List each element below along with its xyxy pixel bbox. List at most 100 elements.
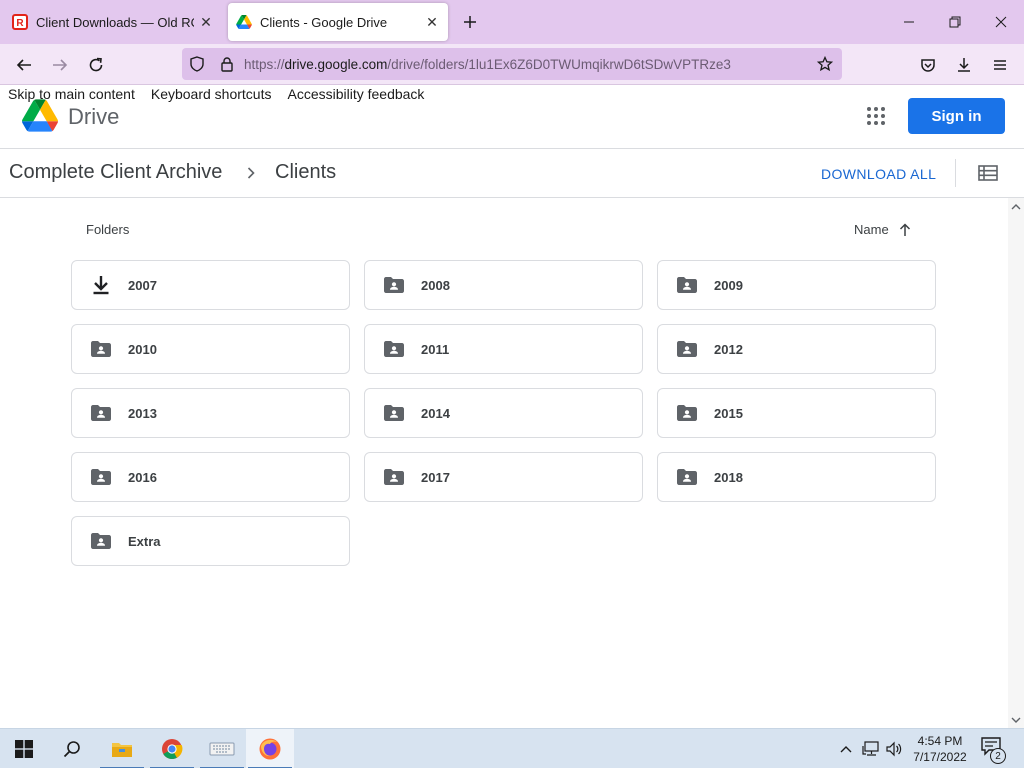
scroll-down-icon[interactable] [1010, 714, 1022, 726]
folder-card[interactable]: 2008 [364, 260, 643, 310]
chevron-up-icon[interactable] [836, 739, 856, 759]
volume-icon[interactable] [884, 739, 904, 759]
notification-count-badge: 2 [990, 748, 1006, 764]
header-divider [0, 148, 1024, 149]
folder-card[interactable]: 2011 [364, 324, 643, 374]
url-bar[interactable]: https://drive.google.com/drive/folders/1… [182, 48, 842, 80]
shared-folder-icon [90, 340, 112, 358]
tab-title: Clients - Google Drive [260, 14, 388, 30]
start-icon[interactable] [0, 729, 48, 768]
folder-name: 2011 [421, 341, 450, 357]
folder-card[interactable]: 2007 [71, 260, 350, 310]
taskbar-clock[interactable]: 4:54 PM 7/17/2022 [904, 733, 976, 765]
tab-clients-google-drive[interactable]: Clients - Google Drive ✕ [228, 3, 448, 41]
keyboard-icon[interactable] [198, 729, 246, 768]
folder-card[interactable]: 2009 [657, 260, 936, 310]
bookmark-star-icon[interactable] [810, 49, 840, 79]
url-prefix: https:// [244, 56, 285, 72]
browser-tab-strip: R Client Downloads — Old ROBLOX ✕ Client… [0, 0, 1024, 44]
scroll-up-icon[interactable] [1010, 201, 1022, 213]
shared-folder-icon [383, 276, 405, 294]
shared-folder-icon [383, 404, 405, 422]
shared-folder-icon [676, 468, 698, 486]
google-drive-logo-icon[interactable] [22, 99, 58, 133]
folder-card[interactable]: 2017 [364, 452, 643, 502]
windows-taskbar [0, 728, 1024, 768]
network-icon[interactable] [861, 739, 881, 759]
folder-name: 2008 [421, 277, 450, 293]
shared-folder-icon [90, 468, 112, 486]
downloads-icon[interactable] [949, 50, 979, 80]
roblox-icon: R [12, 14, 28, 30]
pocket-icon[interactable] [913, 50, 943, 80]
folder-card[interactable]: 2015 [657, 388, 936, 438]
tracking-protection-icon[interactable] [182, 49, 212, 79]
breadcrumb-current[interactable]: Clients [275, 161, 336, 184]
forward-icon[interactable] [45, 50, 75, 80]
folder-card[interactable]: 2012 [657, 324, 936, 374]
download-icon [90, 276, 112, 295]
close-window-icon[interactable] [978, 0, 1024, 44]
product-name[interactable]: Drive [68, 104, 119, 130]
tab-client-downloads[interactable]: R Client Downloads — Old ROBLOX ✕ [4, 3, 222, 41]
folder-name: 2012 [714, 341, 743, 357]
chevron-right-icon [244, 163, 258, 183]
folder-card[interactable]: 2018 [657, 452, 936, 502]
shared-folder-icon [383, 468, 405, 486]
chrome-icon[interactable] [148, 729, 196, 768]
shared-folder-icon [676, 404, 698, 422]
clock-date: 7/17/2022 [913, 750, 967, 764]
keyboard-shortcuts-link[interactable]: Keyboard shortcuts [151, 86, 272, 102]
restore-icon[interactable] [932, 0, 978, 44]
toolbar-divider [955, 159, 956, 187]
accessibility-feedback-link[interactable]: Accessibility feedback [287, 86, 424, 102]
shared-folder-icon [90, 404, 112, 422]
page-scrollbar[interactable] [1008, 198, 1024, 728]
url-path: /drive/folders/1lu1Ex6Z6D0TWUmqikrwD6tSD… [387, 56, 731, 72]
folder-card[interactable]: 2014 [364, 388, 643, 438]
google-apps-icon[interactable] [864, 104, 888, 128]
firefox-icon[interactable] [246, 729, 294, 768]
folder-name: 2013 [128, 405, 157, 421]
shared-folder-icon [383, 340, 405, 358]
clock-time: 4:54 PM [917, 734, 963, 748]
folder-name: Extra [128, 533, 161, 549]
folder-name: 2010 [128, 341, 157, 357]
minimize-icon[interactable] [886, 0, 932, 44]
url-text: https://drive.google.com/drive/folders/1… [244, 57, 731, 72]
shared-folder-icon [90, 532, 112, 550]
download-all-button[interactable]: DOWNLOAD ALL [821, 166, 936, 182]
folder-name: 2018 [714, 469, 743, 485]
file-explorer-icon[interactable] [98, 729, 146, 768]
tab-close-icon[interactable]: ✕ [194, 10, 218, 34]
folders-section-label: Folders [86, 222, 130, 237]
tab-close-icon[interactable]: ✕ [420, 10, 444, 34]
sign-in-button[interactable]: Sign in [908, 98, 1005, 134]
new-tab-icon[interactable] [456, 8, 484, 36]
folder-card[interactable]: 2013 [71, 388, 350, 438]
search-icon[interactable] [48, 729, 96, 768]
sort-by-name-button[interactable]: Name [854, 222, 911, 237]
svg-text:R: R [16, 18, 24, 29]
folder-name: 2007 [128, 277, 157, 293]
menu-icon[interactable] [985, 50, 1015, 80]
tab-title: Client Downloads — Old ROBLOX [36, 14, 194, 30]
browser-nav-bar: https://drive.google.com/drive/folders/1… [0, 44, 1024, 85]
folder-card[interactable]: 2010 [71, 324, 350, 374]
breadcrumb-parent[interactable]: Complete Client Archive [9, 161, 222, 184]
reload-icon[interactable] [81, 50, 111, 80]
toolbar-divider-line [0, 197, 1024, 198]
arrow-up-icon [899, 222, 910, 236]
folder-name: 2016 [128, 469, 157, 485]
lock-icon[interactable] [212, 49, 242, 79]
shared-folder-icon [676, 276, 698, 294]
skip-links: Skip to main content Keyboard shortcuts … [8, 86, 424, 102]
folder-name: 2014 [421, 405, 450, 421]
back-icon[interactable] [9, 50, 39, 80]
folder-card[interactable]: Extra [71, 516, 350, 566]
sort-label: Name [854, 222, 889, 237]
list-view-icon[interactable] [978, 164, 998, 182]
folder-card[interactable]: 2016 [71, 452, 350, 502]
url-host: drive.google.com [284, 56, 388, 72]
skip-to-main-link[interactable]: Skip to main content [8, 86, 135, 102]
